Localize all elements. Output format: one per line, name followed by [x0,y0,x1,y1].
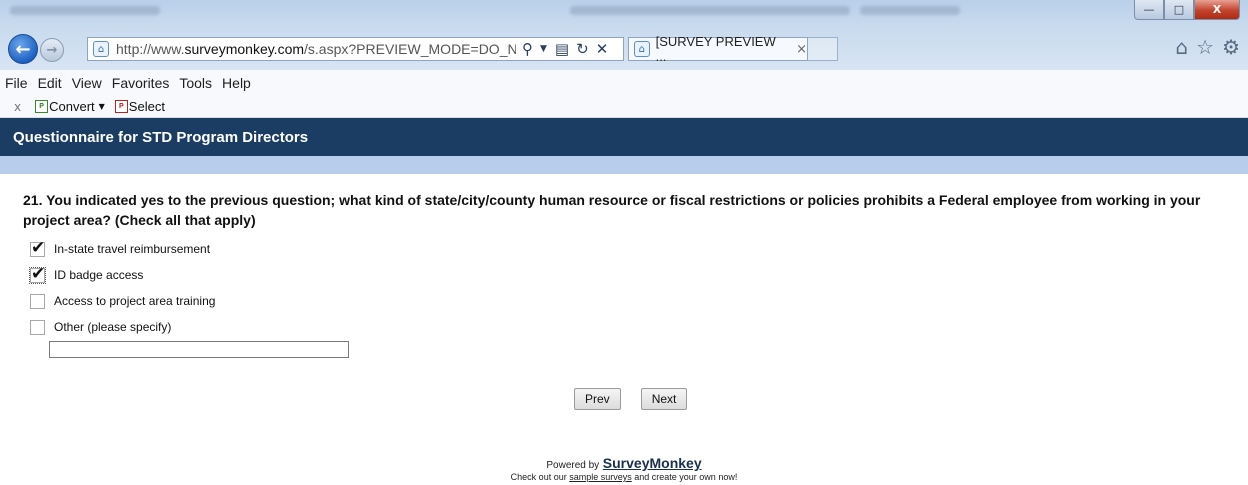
survey-footer: Powered by SurveyMonkey Check out our sa… [0,455,1248,482]
url-path: /s.aspx?PREVIEW_MODE=DO_NOT [304,41,516,57]
back-button[interactable]: ← [8,34,38,64]
home-icon[interactable]: ⌂ [1175,35,1188,59]
pdf-toolbar: x P Convert ▼ P Select [0,96,1248,118]
survey-title-bar: Questionnaire for STD Program Directors [0,118,1248,156]
close-window-button[interactable]: X [1194,0,1240,20]
sample-surveys-link[interactable]: sample surveys [569,472,632,482]
dropdown-arrow-icon[interactable]: ▼ [540,44,547,54]
footer-suffix: and create your own now! [634,472,738,482]
minimize-button[interactable]: — [1134,0,1164,20]
option-label: ID badge access [54,268,144,282]
address-actions: ⚲ ▼ ▤ ↻ ✕ [522,40,615,58]
forward-button[interactable]: → [40,38,64,62]
question-text: 21. You indicated yes to the previous qu… [23,192,1201,228]
url-prefix: http://www. [116,41,185,57]
maximize-button[interactable]: □ [1164,0,1194,20]
option-project-training[interactable]: Access to project area training [30,288,215,314]
footer-prefix: Check out our [510,472,567,482]
stop-icon[interactable]: ✕ [596,40,609,58]
search-icon[interactable]: ⚲ [522,40,533,58]
option-other[interactable]: Other (please specify) [30,314,215,340]
convert-pdf-icon: P [35,100,49,113]
survey-navigation: Prev Next [574,388,707,410]
prev-button[interactable]: Prev [574,388,621,410]
menu-view[interactable]: View [72,75,102,91]
favorites-star-icon[interactable]: ☆ [1196,35,1214,59]
checkbox-project-training[interactable] [30,293,45,309]
menu-bar: File Edit View Favorites Tools Help [0,70,1248,96]
checkbox-in-state-travel[interactable] [30,238,45,258]
convert-dropdown-icon[interactable]: ▼ [99,102,105,111]
menu-favorites[interactable]: Favorites [112,75,170,91]
options-list: In-state travel reimbursement ID badge a… [29,236,215,340]
select-pdf-icon: P [114,100,128,113]
menu-help[interactable]: Help [222,75,251,91]
option-in-state-travel[interactable]: In-state travel reimbursement [30,236,215,262]
surveymonkey-link[interactable]: SurveyMonkey [603,455,702,471]
refresh-icon[interactable]: ↻ [576,40,589,58]
menu-file[interactable]: File [5,75,28,91]
option-label: In-state travel reimbursement [54,242,211,256]
menu-edit[interactable]: Edit [38,75,62,91]
tab-favicon-icon: ⌂ [634,41,650,57]
checkbox-other[interactable] [30,319,45,335]
checkbox-id-badge[interactable] [29,264,46,284]
select-label: Select [128,99,165,114]
select-button[interactable]: P Select [114,99,165,114]
url-text[interactable]: http://www.surveymonkey.com/s.aspx?PREVI… [116,41,516,57]
header-progress-strip [0,156,1248,174]
convert-button[interactable]: P Convert ▼ [35,99,105,114]
tab-label: [SURVEY PREVIEW ... [655,34,776,64]
convert-label: Convert [49,99,95,114]
settings-gear-icon[interactable]: ⚙ [1222,35,1240,59]
other-specify-input[interactable] [49,341,349,358]
option-label: Other (please specify) [54,320,172,334]
browser-right-icons: ⌂ ☆ ⚙ [1167,35,1240,59]
new-tab-button[interactable] [808,37,838,61]
browser-chrome: — □ X ← → ⌂ http://www.surveymonkey.com/… [0,0,1248,70]
survey-title: Questionnaire for STD Program Directors [13,128,309,146]
window-controls: — □ X [1134,0,1240,20]
next-button[interactable]: Next [640,388,688,410]
toolbar-close-icon[interactable]: x [14,100,21,114]
option-label: Access to project area training [54,294,216,308]
url-domain: surveymonkey.com [184,41,305,57]
compatibility-view-icon[interactable]: ▤ [555,40,569,58]
option-id-badge[interactable]: ID badge access [29,262,215,288]
window-title-bar [0,0,1248,22]
powered-by-text: Powered by [546,460,600,471]
site-favicon-icon: ⌂ [93,41,109,57]
tab-close-icon[interactable]: × [796,42,807,57]
tab-survey-preview[interactable]: ⌂ [SURVEY PREVIEW ... × [628,34,808,64]
menu-tools[interactable]: Tools [179,75,212,91]
address-bar[interactable]: ⌂ http://www.surveymonkey.com/s.aspx?PRE… [87,37,624,61]
